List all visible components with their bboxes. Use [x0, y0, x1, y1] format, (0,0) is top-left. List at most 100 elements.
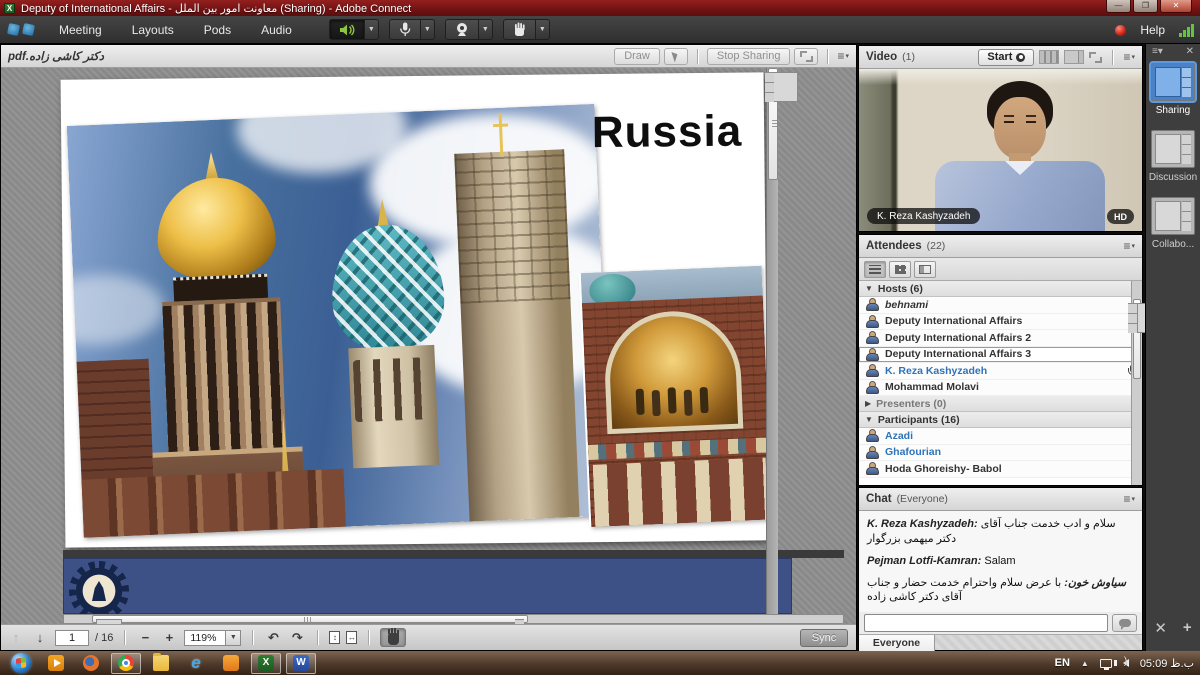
scrollbar-thumb[interactable]: [768, 68, 778, 180]
taskbar-button[interactable]: [111, 653, 141, 674]
horizontal-scrollbar[interactable]: [63, 614, 844, 624]
attendee-row[interactable]: Mohammad Molavi: [859, 380, 1142, 397]
add-layout-icon[interactable]: +: [1183, 619, 1192, 637]
attendee-row[interactable]: K. Reza Kashyzadeh: [859, 363, 1142, 380]
zoom-in-button[interactable]: +: [160, 629, 178, 647]
attendee-row[interactable]: behnami: [859, 297, 1142, 314]
start-icon: [11, 653, 31, 673]
speaker-button[interactable]: [329, 19, 365, 40]
language-indicator[interactable]: EN: [1055, 657, 1070, 669]
taskbar-button[interactable]: [216, 653, 246, 674]
taskbar-button[interactable]: [6, 653, 36, 674]
attendees-pod-options-menu[interactable]: ≡▾: [1123, 240, 1135, 252]
menu-item[interactable]: Meeting: [44, 16, 117, 44]
chat-pod-header: Chat (Everyone) ≡▾: [859, 488, 1142, 511]
document-view: Russia: [1, 68, 856, 624]
divider: [368, 630, 369, 645]
chat-input[interactable]: [864, 614, 1108, 632]
layout-thumbnail[interactable]: Sharing: [1151, 63, 1195, 116]
facade-base: [82, 469, 346, 538]
attendee-grid-view-button[interactable]: [889, 261, 911, 278]
chat-input-row: [859, 612, 1142, 634]
sync-button[interactable]: Sync: [800, 629, 848, 647]
video-pod-options-menu[interactable]: ≡▾: [1123, 51, 1135, 63]
draw-button[interactable]: Draw: [614, 48, 660, 65]
layouts-menu-icon[interactable]: ≡▾: [1152, 46, 1163, 57]
zoom-dropdown-icon[interactable]: ▼: [226, 630, 241, 646]
attendee-row[interactable]: Ghafourian: [859, 445, 1142, 462]
attendee-row[interactable]: Deputy International Affairs 2: [859, 330, 1142, 347]
webcam-dropdown[interactable]: ▼: [479, 19, 493, 40]
fit-page-button[interactable]: ↕: [329, 631, 340, 644]
clock[interactable]: 05:09 ب.ظ: [1140, 657, 1194, 670]
filmstrip-view-button[interactable]: [1064, 50, 1084, 64]
stop-sharing-button[interactable]: Stop Sharing: [707, 48, 791, 65]
menu-item[interactable]: Layouts: [117, 16, 189, 44]
menu-item[interactable]: Pods: [189, 16, 246, 44]
attendee-row[interactable]: Hoda Ghoreishy- Babol: [859, 461, 1142, 478]
help-menu[interactable]: Help: [1140, 23, 1165, 37]
attendee-status-view-button[interactable]: [914, 261, 936, 278]
attendees-scrollbar[interactable]: [1131, 281, 1142, 485]
taskbar-button[interactable]: [41, 653, 71, 674]
minimize-button[interactable]: —: [1106, 0, 1131, 13]
attendee-row[interactable]: Azadi: [859, 428, 1142, 445]
page-number-input[interactable]: [55, 630, 89, 646]
video-fullscreen-icon[interactable]: [1089, 52, 1102, 63]
fullscreen-button[interactable]: [794, 48, 818, 65]
raise-hand-button[interactable]: [503, 19, 536, 40]
attendee-row[interactable]: Deputy International Affairs 3: [859, 347, 1142, 364]
send-chat-button[interactable]: [1112, 614, 1137, 632]
layout-thumbnail[interactable]: Discussion: [1149, 130, 1197, 183]
firefox-icon: [83, 655, 99, 671]
zoom-level-select[interactable]: 119% ▼: [184, 630, 241, 646]
taskbar-button[interactable]: [286, 653, 316, 674]
hosts-section-header[interactable]: ▼ Hosts (6): [859, 281, 1142, 297]
pan-tool-button[interactable]: [380, 628, 406, 647]
grid-view-button[interactable]: [1039, 50, 1059, 64]
menu-item[interactable]: Audio: [246, 16, 307, 44]
participants-section-header[interactable]: ▼ Participants (16): [859, 412, 1142, 428]
attendee-list-view-button[interactable]: [864, 261, 886, 278]
rotate-right-button[interactable]: ↷: [288, 629, 306, 647]
excel-icon: [258, 655, 274, 671]
vertical-scrollbar[interactable]: [766, 68, 778, 614]
raise-hand-dropdown[interactable]: ▼: [536, 19, 550, 40]
network-icon[interactable]: [1100, 659, 1112, 668]
pointer-tool-button[interactable]: [664, 48, 688, 65]
webcam-button[interactable]: [445, 19, 479, 40]
close-button[interactable]: ✕: [1160, 0, 1192, 13]
next-slide-page: [63, 558, 792, 614]
taskbar-button[interactable]: [251, 653, 281, 674]
layout-thumbnail[interactable]: Collabo...: [1151, 197, 1195, 250]
hidden-icons-button[interactable]: ▲: [1081, 659, 1089, 668]
share-pod-options-menu[interactable]: ≡▾: [837, 50, 849, 62]
layouts-sidebar: ≡▾ ✕ Sharing Discussion Collabo... ✕: [1145, 44, 1200, 651]
taskbar-button[interactable]: [181, 653, 211, 674]
attendee-name: Deputy International Affairs: [885, 315, 1022, 327]
speech-bubble-icon: [1119, 619, 1131, 627]
microphone-dropdown[interactable]: ▼: [421, 19, 435, 40]
scrollbar-thumb[interactable]: [1133, 299, 1141, 379]
zoom-out-button[interactable]: −: [136, 629, 154, 647]
previous-page-button[interactable]: ↑: [7, 629, 25, 647]
start-webcam-button[interactable]: Start: [978, 49, 1034, 66]
maximize-button[interactable]: ❐: [1133, 0, 1158, 13]
remove-layout-icon[interactable]: ✕: [1154, 619, 1167, 637]
rotate-left-button[interactable]: ↶: [264, 629, 282, 647]
presenters-section-header[interactable]: ▶ Presenters (0): [859, 396, 1142, 412]
layouts-close-icon[interactable]: ✕: [1186, 46, 1194, 57]
attendee-row[interactable]: Deputy International Affairs: [859, 314, 1142, 331]
microphone-button[interactable]: [389, 19, 421, 40]
windows-taskbar: EN ▲ 05:09 ب.ظ: [0, 651, 1200, 675]
speaker-dropdown[interactable]: ▼: [365, 19, 379, 40]
tab-everyone[interactable]: Everyone: [859, 635, 935, 651]
taskbar-button[interactable]: [76, 653, 106, 674]
fit-width-button[interactable]: ↔: [346, 631, 357, 644]
next-page-button[interactable]: ↓: [31, 629, 49, 647]
scaffold: [454, 149, 570, 303]
volume-icon[interactable]: [1123, 659, 1129, 667]
taskbar-button[interactable]: [146, 653, 176, 674]
chat-pod-options-menu[interactable]: ≡▾: [1123, 493, 1135, 505]
attendees-count: (22): [927, 240, 946, 252]
